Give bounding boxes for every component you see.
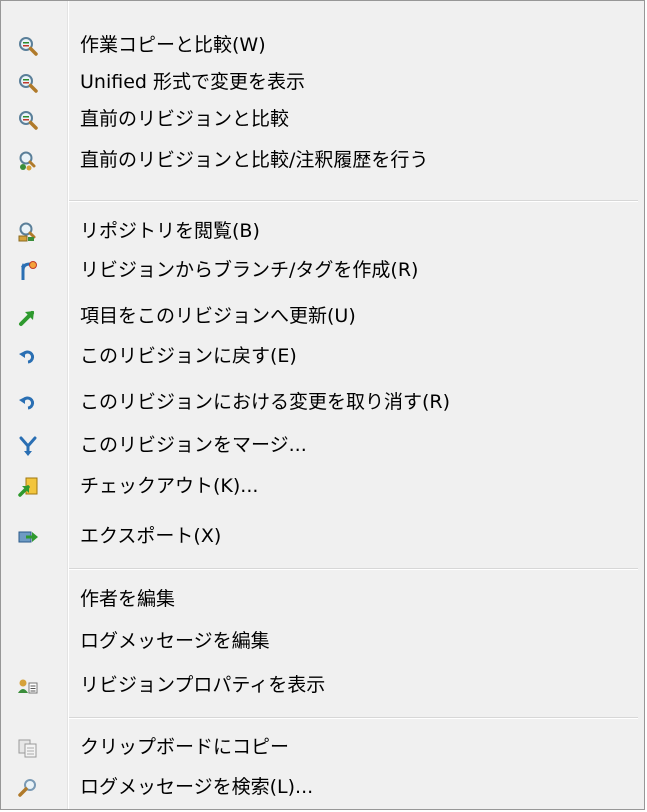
menu-item-edit-log-message[interactable]: ログメッセージを編集 <box>3 623 642 660</box>
magnifier-blame-icon <box>17 150 39 172</box>
menu-item-show-revision-properties[interactable]: リビジョンプロパティを表示 <box>3 667 642 704</box>
menu-item-label: 作者を編集 <box>80 588 176 610</box>
revert-icon <box>17 346 39 368</box>
export-icon <box>17 526 39 548</box>
menu-item-label: このリビジョンにおける変更を取り消す(R) <box>80 391 451 413</box>
menu-separator <box>69 717 638 719</box>
menu-item-label: リビジョンプロパティを表示 <box>80 674 326 696</box>
menu-item-create-branch-tag[interactable]: リビジョンからブランチ/タグを作成(R) <box>3 252 642 289</box>
menu-item-label: 項目をこのリビジョンへ更新(U) <box>80 305 356 327</box>
menu-item-label: リポジトリを閲覧(B) <box>80 220 260 242</box>
menu-item-checkout[interactable]: チェックアウト(K)... <box>3 468 642 505</box>
search-icon <box>17 777 39 799</box>
menu-item-revert-to-revision[interactable]: このリビジョンに戻す(E) <box>3 338 642 375</box>
menu-item-edit-author[interactable]: 作者を編集 <box>3 581 642 618</box>
menu-item-label: リビジョンからブランチ/タグを作成(R) <box>80 259 419 281</box>
menu-item-label: ログメッセージを検索(L)... <box>80 776 314 798</box>
menu-item-copy-to-clipboard[interactable]: クリップボードにコピー <box>3 729 642 766</box>
menu-item-compare-previous[interactable]: 直前のリビジョンと比較 <box>3 101 642 138</box>
menu-item-label: このリビジョンをマージ... <box>80 434 307 456</box>
menu-item-label: ログメッセージを編集 <box>80 630 270 652</box>
menu-item-label: 直前のリビジョンと比較 <box>80 108 290 130</box>
branch-tag-icon <box>17 260 39 282</box>
menu-item-label: チェックアウト(K)... <box>80 475 259 497</box>
menu-item-label: このリビジョンに戻す(E) <box>80 345 297 367</box>
repo-browser-icon <box>17 221 39 243</box>
menu-item-label: エクスポート(X) <box>80 525 222 547</box>
menu-item-export[interactable]: エクスポート(X) <box>3 518 642 555</box>
menu-item-revert-changes[interactable]: このリビジョンにおける変更を取り消す(R) <box>3 384 642 421</box>
menu-separator <box>69 568 638 570</box>
clipboard-copy-icon <box>17 737 39 759</box>
context-menu: 作業コピーと比較(W) Unified 形式で変更を表示 直前のリビジョンと比較… <box>0 0 645 810</box>
revert-icon <box>17 392 39 414</box>
menu-item-merge-revision[interactable]: このリビジョンをマージ... <box>3 427 642 464</box>
menu-item-update-to-revision[interactable]: 項目をこのリビジョンへ更新(U) <box>3 298 642 335</box>
menu-item-compare-previous-blame[interactable]: 直前のリビジョンと比較/注釈履歴を行う <box>3 142 642 179</box>
menu-item-show-unified-diff[interactable]: Unified 形式で変更を表示 <box>3 64 642 101</box>
menu-item-label: 作業コピーと比較(W) <box>80 34 266 56</box>
magnifier-diff-icon <box>17 109 39 131</box>
menu-item-compare-working-copy[interactable]: 作業コピーと比較(W) <box>3 27 642 64</box>
magnifier-diff-icon <box>17 35 39 57</box>
merge-icon <box>17 435 39 457</box>
magnifier-diff-icon <box>17 72 39 94</box>
menu-item-label: Unified 形式で変更を表示 <box>80 71 305 93</box>
checkout-icon <box>17 476 39 498</box>
update-arrow-icon <box>17 306 39 328</box>
menu-item-label: クリップボードにコピー <box>80 736 290 758</box>
menu-item-search-log-messages[interactable]: ログメッセージを検索(L)... <box>3 769 642 806</box>
properties-icon <box>17 675 39 697</box>
menu-separator <box>69 200 638 202</box>
menu-item-repo-browser[interactable]: リポジトリを閲覧(B) <box>3 213 642 250</box>
menu-item-label: 直前のリビジョンと比較/注釈履歴を行う <box>80 149 429 171</box>
